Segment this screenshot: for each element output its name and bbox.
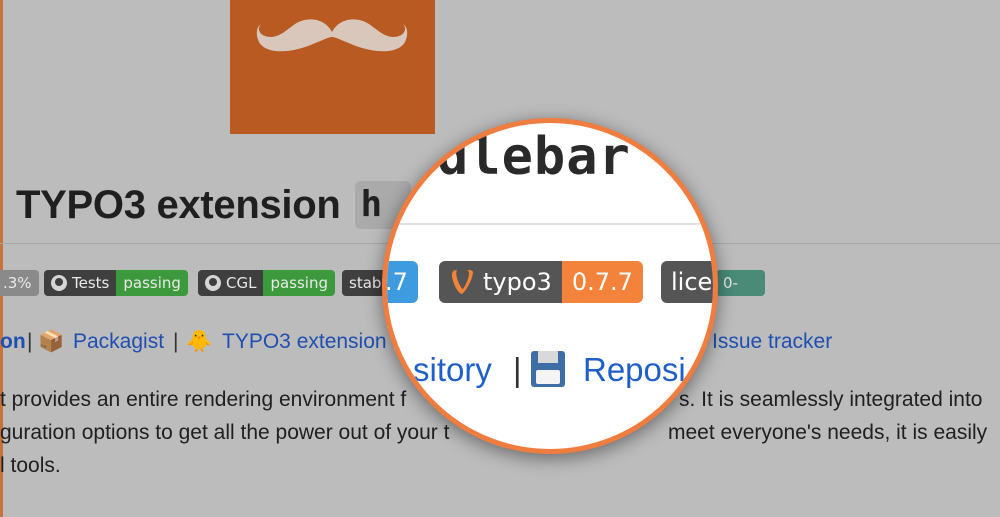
coverage-badge-value: .3% [0, 270, 39, 296]
link-typo3-extension[interactable]: TYPO3 extension [222, 330, 387, 354]
mustache-icon [256, 19, 408, 52]
magnified-license-badge[interactable]: lice [661, 261, 713, 303]
cgl-badge[interactable]: CGL passing [198, 270, 336, 296]
magnified-divider [387, 223, 713, 225]
tests-badge[interactable]: Tests passing [44, 270, 188, 296]
cgl-badge-label: CGL [226, 274, 257, 292]
magnified-typo3-label: typo3 [483, 268, 552, 296]
magnified-link-repository[interactable]: sitory [413, 351, 492, 389]
magnified-links-row: sitory | Reposi [387, 351, 713, 395]
github-icon [51, 275, 67, 291]
link-documentation-fragment[interactable]: on [0, 330, 26, 354]
chick-icon: 🐥 [186, 330, 213, 353]
mustache-logo [230, 0, 435, 134]
coverage-badge[interactable]: .3% [0, 270, 39, 296]
magnified-typo3-badge[interactable]: typo3 0.7.7 [439, 261, 643, 303]
title-text: TYPO3 extension [16, 182, 341, 227]
license-badge[interactable]: 0-or-later [716, 270, 765, 296]
magnified-link-repository-2[interactable]: Reposi [583, 351, 686, 389]
magnified-title-fragment: dlebar [437, 127, 631, 187]
magnified-typo3-value: 0.7.7 [561, 261, 643, 303]
tests-badge-value: passing [116, 270, 188, 296]
magnified-version-badge[interactable]: .7 [387, 261, 418, 303]
link-separator: | [27, 330, 33, 353]
typo3-icon [452, 270, 473, 294]
magnified-badge-row: .7 typo3 0.7.7 lice [387, 261, 713, 303]
tests-badge-label: Tests [72, 274, 110, 292]
magnified-link-separator: | [513, 351, 522, 388]
cgl-badge-value: passing [263, 270, 336, 296]
magnifier-lens: dlebar .7 typo3 0.7.7 lice sitory | Repo… [382, 118, 718, 454]
github-icon [205, 275, 221, 291]
license-badge-value: 0-or-later [716, 270, 765, 296]
link-packagist[interactable]: Packagist [73, 330, 164, 354]
magnified-version-value: .7 [387, 261, 418, 303]
package-icon: 📦 [38, 330, 65, 353]
link-issue-tracker[interactable]: Issue tracker [712, 330, 832, 354]
link-separator: | [173, 330, 179, 353]
page-title: TYPO3 extension h [16, 180, 411, 230]
magnified-license-label: lice [661, 261, 713, 303]
